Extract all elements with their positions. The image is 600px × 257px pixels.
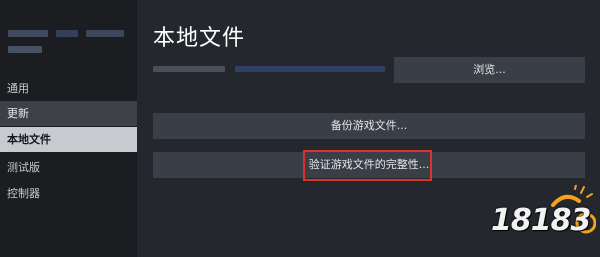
game-name-redacted xyxy=(8,28,126,62)
sidebar: 通用 更新 本地文件 测试版 控制器 xyxy=(0,0,137,257)
backup-game-files-button[interactable]: 备份游戏文件... xyxy=(153,113,585,139)
install-path-redacted xyxy=(153,64,385,74)
page-title: 本地文件 xyxy=(153,26,246,51)
sidebar-item-controller[interactable]: 控制器 xyxy=(0,181,137,206)
sidebar-item-updates[interactable]: 更新 xyxy=(0,101,137,126)
sidebar-item-general[interactable]: 通用 xyxy=(0,76,137,101)
highlight-annotation xyxy=(303,150,432,181)
watermark-logo: 18183 xyxy=(491,185,596,245)
browse-button[interactable]: 浏览... xyxy=(394,57,585,83)
sidebar-item-local-files[interactable]: 本地文件 xyxy=(0,127,137,152)
watermark-text: 18183 xyxy=(491,203,591,238)
sidebar-item-betas[interactable]: 测试版 xyxy=(0,155,137,180)
